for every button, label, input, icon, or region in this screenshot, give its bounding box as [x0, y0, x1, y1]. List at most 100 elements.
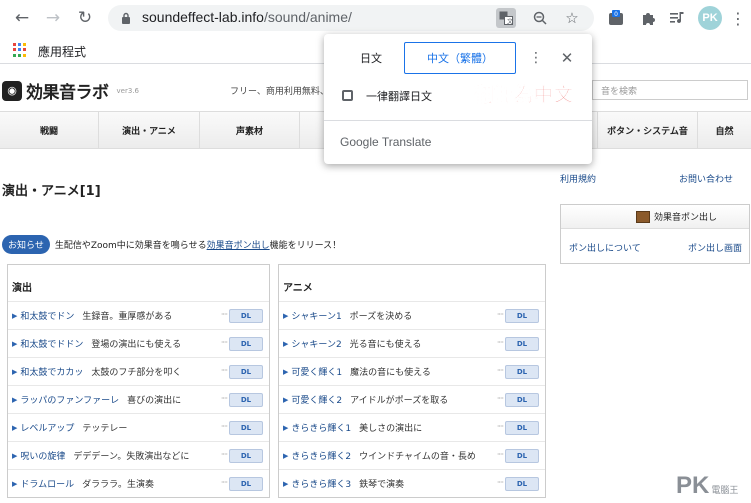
download-button[interactable]: DL: [505, 365, 539, 379]
always-translate-label[interactable]: 一律翻譯日文: [366, 88, 432, 104]
nav-item-button-system[interactable]: ボタン・システム音: [598, 112, 698, 148]
bookmark-apps-label[interactable]: 應用程式: [38, 43, 86, 60]
sound-name-link[interactable]: 和太鼓でドン: [20, 309, 74, 322]
download-button[interactable]: DL: [505, 337, 539, 351]
sound-list-anime: アニメ ▶ シャキーン1 ポーズを決める ···· DL ▶ シャキーン2 光る音にも使える…: [278, 264, 546, 498]
back-arrow-icon[interactable]: ←: [11, 7, 33, 29]
reload-icon[interactable]: ↻: [74, 7, 96, 29]
download-button[interactable]: DL: [229, 337, 263, 351]
download-button[interactable]: DL: [229, 365, 263, 379]
triangle-right-icon: ▶: [12, 367, 18, 376]
triangle-right-icon: ▶: [12, 451, 18, 460]
pon-dashi-screen-link[interactable]: ポン出し画面: [688, 241, 742, 254]
site-search-input[interactable]: 音を検索: [592, 80, 748, 100]
translate-icon[interactable]: 文: [496, 8, 516, 28]
sound-desc: 光る音にも使える: [349, 340, 422, 350]
tab-target-language[interactable]: 中文（繁體）: [404, 42, 516, 74]
dots-icon: ····: [220, 450, 228, 459]
triangle-right-icon: ▶: [283, 423, 289, 432]
triangle-right-icon: ▶: [12, 423, 18, 432]
download-button[interactable]: DL: [505, 477, 539, 491]
site-logo[interactable]: ◉ 効果音ラボ ver3.6: [2, 78, 139, 103]
list-item: ▶ 可愛く輝く2 アイドルがポーズを取る ···· DL: [279, 385, 545, 413]
sound-name-link[interactable]: きらきら輝く2: [291, 449, 351, 462]
notice-link[interactable]: 効果音ポン出し: [207, 241, 270, 251]
address-bar[interactable]: soundeffect-lab.info/sound/anime/ 文 ☆: [108, 5, 594, 31]
logo-text: 効果音ラボ: [26, 83, 109, 103]
browser-menu-icon[interactable]: ⋮: [730, 8, 746, 28]
url-path: /sound/anime/: [263, 9, 352, 25]
download-button[interactable]: DL: [229, 309, 263, 323]
tab-source-language[interactable]: 日文: [338, 42, 404, 74]
download-button[interactable]: DL: [505, 449, 539, 463]
sound-desc: テッテレー: [82, 424, 128, 434]
sound-name-link[interactable]: ラッパのファンファーレ: [20, 393, 119, 406]
nav-item-anime[interactable]: 演出・アニメ: [99, 112, 200, 148]
download-button[interactable]: DL: [229, 477, 263, 491]
sound-name-link[interactable]: ドラムロール: [20, 477, 74, 490]
profile-avatar[interactable]: PK: [698, 6, 722, 30]
watermark: PK 電腦王: [676, 472, 738, 500]
triangle-right-icon: ▶: [283, 367, 289, 376]
zoom-out-icon[interactable]: [530, 8, 550, 28]
sound-desc: 生録音。重厚感がある: [82, 312, 173, 322]
apps-grid-icon[interactable]: [13, 43, 27, 57]
list-item: ▶ ラッパのファンファーレ 喜びの演出に ···· DL: [8, 385, 269, 413]
dots-icon: ····: [496, 394, 504, 403]
sound-name-link[interactable]: 和太鼓でドドン: [20, 337, 83, 350]
sound-name-link[interactable]: 可愛く輝く2: [291, 393, 342, 406]
close-icon[interactable]: ✕: [558, 48, 576, 68]
list-item: ▶ 和太鼓でドン 生録音。重厚感がある ···· DL: [8, 301, 269, 329]
triangle-right-icon: ▶: [12, 339, 18, 348]
nav-item-battle[interactable]: 戦闘: [0, 112, 99, 148]
lock-icon[interactable]: [116, 8, 136, 28]
sound-desc: ウインドチャイムの音・長め: [359, 452, 476, 462]
terms-link[interactable]: 利用規約: [560, 172, 596, 185]
sound-list-effects: 演出 ▶ 和太鼓でドン 生録音。重厚感がある ···· DL ▶ 和太鼓でドドン 登場の演出…: [7, 264, 270, 498]
download-button[interactable]: DL: [229, 421, 263, 435]
sound-name-link[interactable]: 可愛く輝く1: [291, 365, 342, 378]
sound-name-link[interactable]: きらきら輝く3: [291, 477, 351, 490]
list-item: ▶ きらきら輝く2 ウインドチャイムの音・長め ···· DL: [279, 441, 545, 469]
browser-toolbar: ← → ↻ soundeffect-lab.info/sound/anime/ …: [0, 0, 751, 36]
dots-icon: ····: [220, 338, 228, 347]
list-item: ▶ レベルアップ テッテレー ···· DL: [8, 413, 269, 441]
download-button[interactable]: DL: [505, 421, 539, 435]
download-button[interactable]: DL: [229, 393, 263, 407]
sound-name-link[interactable]: 和太鼓でカカッ: [20, 365, 83, 378]
nav-item-voice[interactable]: 声素材: [200, 112, 300, 148]
download-button[interactable]: DL: [229, 449, 263, 463]
list-item: ▶ 呪いの旋律 デデデーン。失敗演出などに ···· DL: [8, 441, 269, 469]
download-button[interactable]: DL: [505, 309, 539, 323]
triangle-right-icon: ▶: [12, 395, 18, 404]
list-heading: 演出: [12, 283, 32, 294]
annotation-text: 翻譯為中文: [474, 84, 575, 107]
pon-dashi-body: ポン出しについて ポン出し画面: [561, 229, 749, 263]
download-button[interactable]: DL: [505, 393, 539, 407]
extension-badge-icon[interactable]: 0: [605, 7, 627, 29]
dots-icon: ····: [496, 478, 504, 487]
always-translate-checkbox[interactable]: [342, 90, 353, 101]
list-item: ▶ 可愛く輝く1 魔法の音にも使える ···· DL: [279, 357, 545, 385]
media-control-icon[interactable]: [667, 7, 689, 29]
pon-dashi-header[interactable]: 効果音ポン出し: [561, 205, 749, 229]
forward-arrow-icon[interactable]: →: [42, 7, 64, 29]
contact-link[interactable]: お問い合わせ: [679, 172, 733, 185]
url-text[interactable]: soundeffect-lab.info/sound/anime/: [142, 9, 352, 25]
sound-name-link[interactable]: シャキーン1: [291, 309, 341, 322]
extensions-puzzle-icon[interactable]: [637, 7, 659, 29]
google-translate-brand: Google Translate: [340, 135, 432, 149]
sound-name-link[interactable]: 呪いの旋律: [20, 449, 65, 462]
nav-item-nature[interactable]: 自然: [698, 112, 751, 148]
bookmark-star-icon[interactable]: ☆: [562, 8, 582, 28]
sound-desc: ダラララ。生演奏: [82, 480, 154, 490]
sound-name-link[interactable]: レベルアップ: [20, 421, 74, 434]
dots-icon: ····: [496, 310, 504, 319]
pon-dashi-about-link[interactable]: ポン出しについて: [569, 241, 641, 254]
watermark-logo: PK: [676, 472, 710, 499]
site-tagline: フリー、商用利用無料、: [230, 87, 329, 97]
more-options-icon[interactable]: ⋮: [528, 48, 544, 68]
sound-name-link[interactable]: きらきら輝く1: [291, 421, 351, 434]
sound-name-link[interactable]: シャキーン2: [291, 337, 341, 350]
sound-desc: 美しさの演出に: [359, 424, 423, 434]
